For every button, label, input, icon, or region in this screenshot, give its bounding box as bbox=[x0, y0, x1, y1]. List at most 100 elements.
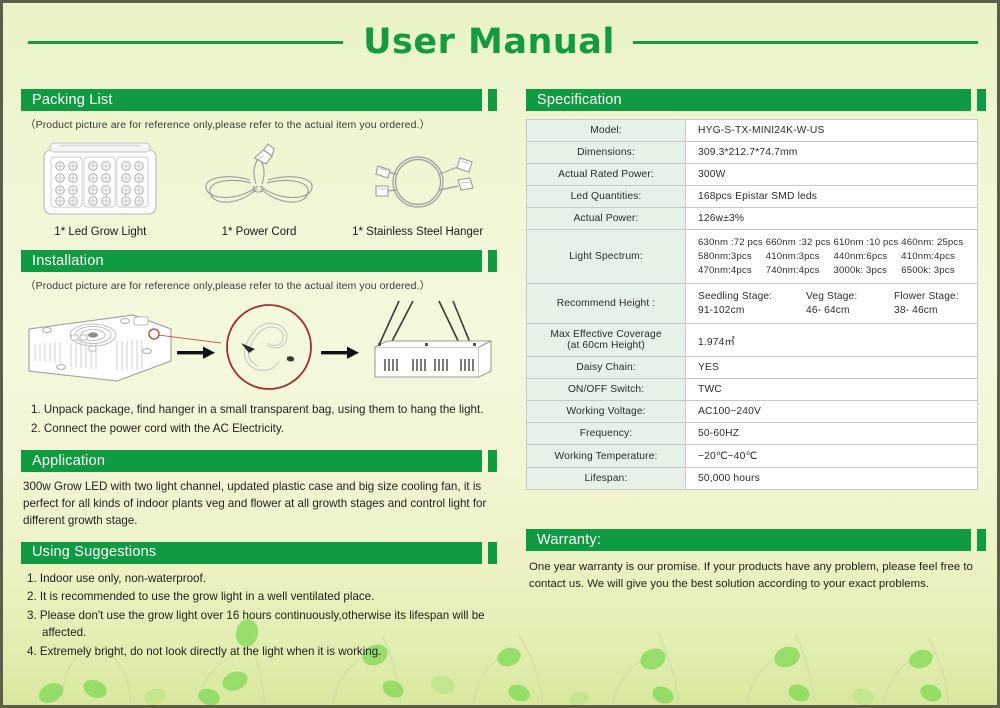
spectrum-cell: 3000k: 3pcs bbox=[833, 265, 887, 276]
spec-key: Light Spectrum: bbox=[526, 229, 686, 284]
table-row: Working Temperature: −20℃~40℃ bbox=[526, 444, 978, 468]
right-column: Specification Model: HYG-S-TX-MINI24K-W-… bbox=[526, 89, 986, 593]
stage-name: Seedling Stage: bbox=[698, 291, 773, 302]
spec-key: Max Effective Coverage (at 60cm Height) bbox=[526, 323, 686, 357]
spec-value: YES bbox=[685, 356, 978, 379]
title-rule-right bbox=[632, 41, 978, 44]
section-bar: Warranty: bbox=[526, 529, 971, 551]
led-panel-icon bbox=[25, 138, 175, 222]
table-row: Dimensions: 309.3*212.7*74.7mm bbox=[526, 141, 978, 164]
manual-page: User Manual Packing List （Product pictur… bbox=[0, 0, 1000, 708]
list-item-label: 1* Power Cord bbox=[221, 226, 297, 238]
spec-key: Actual Power: bbox=[526, 207, 686, 230]
list-item: 2. Connect the power cord with the AC El… bbox=[31, 421, 285, 435]
stage-name: Flower Stage: bbox=[894, 291, 959, 302]
spec-key: ON/OFF Switch: bbox=[526, 378, 686, 401]
title-rule-left bbox=[28, 41, 344, 44]
spectrum-cell: 6500k: 3pcs bbox=[901, 265, 955, 276]
spec-value: −20℃~40℃ bbox=[685, 444, 978, 468]
table-row: Lifespan: 50,000 hours bbox=[526, 467, 978, 490]
list-item: 1* Led Grow Light bbox=[25, 138, 175, 238]
packing-list-items: 1* Led Grow Light 1* Power Cord 1* Stain… bbox=[21, 138, 497, 238]
section-header-using-suggestions: Using Suggestions bbox=[21, 541, 497, 564]
spec-key: Led Quantities: bbox=[526, 185, 686, 208]
list-item: 4. Extremely bright, do not look directl… bbox=[27, 645, 382, 659]
spec-value: TWC bbox=[685, 378, 978, 401]
section-title-specification: Specification bbox=[537, 91, 622, 108]
spec-key-line2: (at 60cm Height) bbox=[567, 340, 645, 351]
steel-hanger-icon bbox=[343, 138, 493, 222]
section-header-installation: Installation bbox=[21, 250, 497, 272]
spectrum-cell: 440nm:6pcs bbox=[833, 251, 888, 262]
section-header-warranty: Warranty: bbox=[526, 529, 986, 551]
section-tick bbox=[488, 250, 497, 272]
spec-key: Model: bbox=[526, 119, 686, 142]
stage-range: 91-102cm bbox=[698, 305, 745, 316]
section-tick bbox=[977, 529, 986, 551]
installation-steps: 1. Unpack package, find hanger in a smal… bbox=[31, 401, 497, 437]
spectrum-cell: 610nm :10 pcs bbox=[833, 237, 899, 248]
table-row-light-spectrum: Light Spectrum: 630nm :72 pcs 660nm :32 … bbox=[526, 229, 978, 284]
spectrum-cell: 740nm:4pcs bbox=[765, 265, 820, 276]
list-item-label: 1* Led Grow Light bbox=[54, 226, 147, 238]
stage-range: 38- 46cm bbox=[894, 305, 938, 316]
spec-value: Seedling Stage: Veg Stage: Flower Stage:… bbox=[685, 283, 978, 324]
spec-value: 126w±3% bbox=[685, 207, 978, 230]
spec-key: Daisy Chain: bbox=[526, 356, 686, 379]
table-row: Frequency: 50-60HZ bbox=[526, 422, 978, 445]
section-bar: Installation bbox=[21, 250, 482, 272]
spec-key: Actual Rated Power: bbox=[526, 163, 686, 186]
list-item-label: 1* Stainless Steel Hanger bbox=[352, 226, 484, 238]
spec-value: 630nm :72 pcs 660nm :32 pcs 610nm :10 pc… bbox=[685, 229, 978, 284]
page-title-row: User Manual bbox=[3, 22, 997, 62]
spec-value: 50,000 hours bbox=[685, 467, 978, 490]
list-item: 1. Unpack package, find hanger in a smal… bbox=[31, 403, 484, 416]
spec-value: HYG-S-TX-MINI24K-W-US bbox=[685, 119, 978, 142]
table-row: Actual Rated Power: 300W bbox=[526, 163, 978, 186]
section-title-using-suggestions: Using Suggestions bbox=[32, 544, 157, 561]
spectrum-cell: 660nm :32 pcs bbox=[765, 237, 831, 248]
list-item: 1* Stainless Steel Hanger bbox=[343, 138, 493, 238]
table-row: Daisy Chain: YES bbox=[526, 356, 978, 379]
spec-value: 168pcs Epistar SMD leds bbox=[685, 185, 978, 208]
spec-key: Lifespan: bbox=[526, 467, 686, 490]
specification-table: Model: HYG-S-TX-MINI24K-W-US Dimensions:… bbox=[526, 119, 978, 490]
spec-key-line1: Max Effective Coverage bbox=[550, 329, 662, 340]
light-spectrum-grid: 630nm :72 pcs 660nm :32 pcs 610nm :10 pc… bbox=[698, 237, 971, 276]
spec-key: Working Temperature: bbox=[526, 444, 686, 468]
using-suggestions-list: 1. Indoor use only, non-waterproof. 2. I… bbox=[27, 570, 497, 661]
packing-list-note: （Product picture are for reference only,… bbox=[25, 119, 431, 131]
stage-name: Veg Stage: bbox=[806, 291, 858, 302]
left-column: Packing List （Product picture are for re… bbox=[21, 89, 497, 662]
section-header-specification: Specification bbox=[526, 89, 986, 111]
section-title-installation: Installation bbox=[32, 252, 104, 269]
list-item: 1* Power Cord bbox=[184, 138, 334, 238]
spectrum-cell: 410nm:4pcs bbox=[901, 251, 956, 262]
section-title-warranty: Warranty: bbox=[537, 531, 602, 548]
list-item: 2. It is recommended to use the grow lig… bbox=[27, 590, 375, 604]
spectrum-cell: 630nm :72 pcs bbox=[698, 237, 763, 248]
section-title-application: Application bbox=[32, 452, 106, 469]
spec-value: 309.3*212.7*74.7mm bbox=[685, 141, 978, 164]
spec-key: Working Voltage: bbox=[526, 400, 686, 423]
spectrum-cell: 460nm: 25pcs bbox=[901, 237, 964, 248]
table-row: Model: HYG-S-TX-MINI24K-W-US bbox=[526, 119, 978, 142]
spec-value: 1.974㎡ bbox=[685, 323, 978, 357]
section-tick bbox=[488, 541, 497, 564]
table-row: Actual Power: 126w±3% bbox=[526, 207, 978, 230]
spectrum-cell: 470nm:4pcs bbox=[698, 265, 752, 276]
spectrum-cell: 410nm:3pcs bbox=[765, 251, 820, 262]
list-item: 1. Indoor use only, non-waterproof. bbox=[27, 571, 206, 585]
recommend-height-grid: Seedling Stage: Veg Stage: Flower Stage:… bbox=[698, 291, 971, 316]
section-tick bbox=[977, 89, 986, 111]
section-bar: Packing List bbox=[21, 89, 482, 111]
spec-value: AC100~240V bbox=[685, 400, 978, 423]
section-bar: Using Suggestions bbox=[21, 541, 482, 564]
application-text: 300w Grow LED with two light channel, up… bbox=[23, 480, 487, 527]
table-row: Working Voltage: AC100~240V bbox=[526, 400, 978, 423]
table-row: Led Quantities: 168pcs Epistar SMD leds bbox=[526, 185, 978, 208]
page-title: User Manual bbox=[363, 22, 615, 62]
spec-key: Recommend Height : bbox=[526, 283, 686, 324]
section-tick bbox=[488, 450, 497, 473]
table-row-recommend-height: Recommend Height : Seedling Stage: Veg S… bbox=[526, 283, 978, 324]
